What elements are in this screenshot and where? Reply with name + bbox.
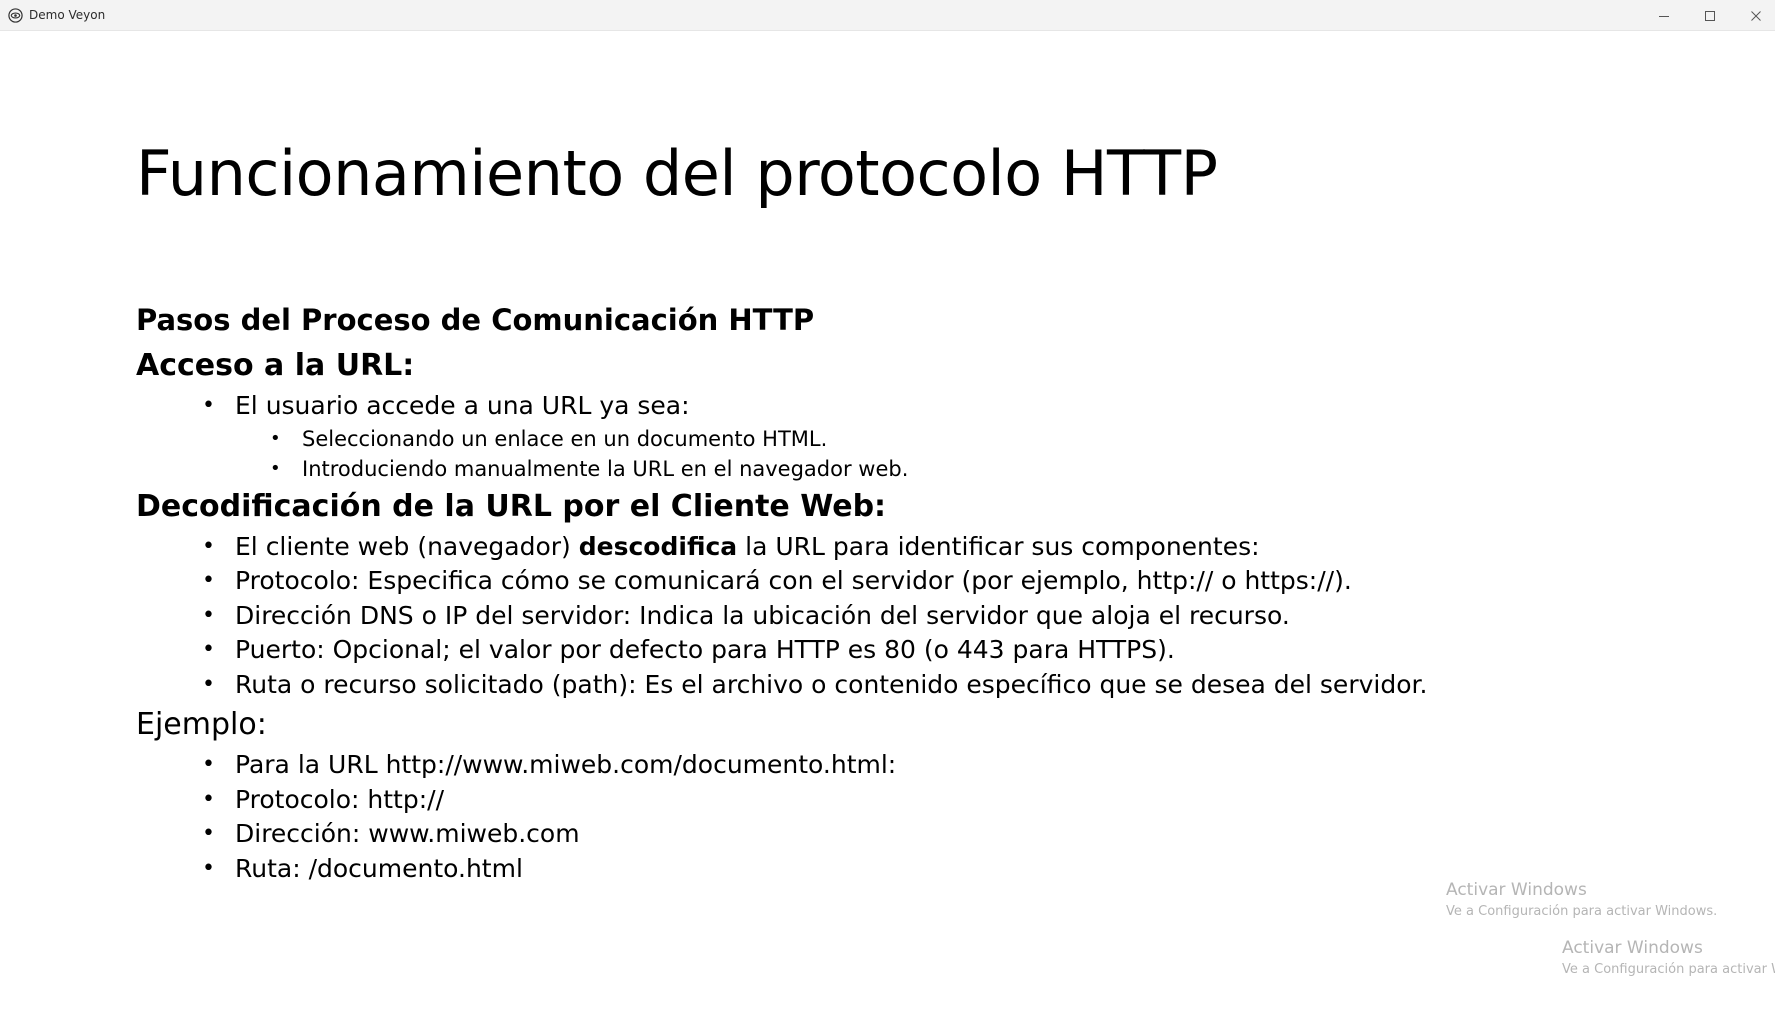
- minimize-button[interactable]: [1641, 0, 1687, 31]
- activation-watermark: Activar Windows Ve a Configuración para …: [1446, 880, 1717, 919]
- url-access-sublist: Seleccionando un enlace en un documento …: [136, 424, 1736, 484]
- item-text-start: El cliente web (navegador): [235, 531, 579, 561]
- maximize-icon: [1705, 10, 1715, 21]
- list-item: Seleccionando un enlace en un documento …: [136, 424, 1736, 454]
- watermark-title: Activar Windows: [1446, 880, 1587, 900]
- watermark-subtitle: Ve a Configuración para activar Windows.: [1446, 904, 1718, 919]
- maximize-button[interactable]: [1687, 0, 1733, 31]
- watermark-subtitle: Ve a Configuración para activar Windows.: [1562, 962, 1775, 977]
- close-button[interactable]: [1733, 0, 1775, 31]
- close-icon: [1751, 10, 1761, 21]
- example-list: Para la URL http://www.miweb.com/documen…: [136, 748, 1736, 886]
- slide-content: Pasos del Proceso de Comunicación HTTP A…: [136, 297, 1736, 886]
- veyon-eye-icon: [8, 8, 23, 23]
- list-item: Ruta o recurso solicitado (path): Es el …: [136, 668, 1736, 703]
- slide-title: Funcionamiento del protocolo HTTP: [136, 137, 1218, 210]
- list-item: Protocolo: http://: [136, 783, 1736, 818]
- section-heading-url-decoding: Decodificación de la URL por el Cliente …: [136, 488, 887, 524]
- item-text-end: la URL para identificar sus componentes:: [737, 531, 1260, 561]
- url-decoding-list: El cliente web (navegador) descodifica l…: [136, 530, 1736, 703]
- title-bar: Demo Veyon: [0, 0, 1775, 31]
- section-heading-url-access: Acceso a la URL:: [136, 348, 415, 383]
- minimize-icon: [1659, 15, 1669, 17]
- activation-watermark: Activar Windows Ve a Configuración para …: [1562, 938, 1775, 977]
- section-heading-example: Ejemplo:: [136, 707, 267, 742]
- window-title: Demo Veyon: [29, 8, 106, 22]
- list-item: Introduciendo manualmente la URL en el n…: [136, 454, 1736, 484]
- list-item: Protocolo: Especifica cómo se comunicará…: [136, 564, 1736, 599]
- url-access-list: El usuario accede a una URL ya sea:: [136, 389, 1736, 424]
- list-item: El cliente web (navegador) descodifica l…: [136, 530, 1736, 565]
- list-item: El usuario accede a una URL ya sea:: [136, 389, 1736, 424]
- slide-subtitle: Pasos del Proceso de Comunicación HTTP: [136, 303, 815, 337]
- list-item: Puerto: Opcional; el valor por defecto p…: [136, 633, 1736, 668]
- watermark-title: Activar Windows: [1562, 938, 1703, 958]
- item-text-bold: descodifica: [578, 531, 738, 561]
- list-item: Dirección DNS o IP del servidor: Indica …: [136, 599, 1736, 634]
- list-item: Dirección: www.miweb.com: [136, 817, 1736, 852]
- list-item: Para la URL http://www.miweb.com/documen…: [136, 748, 1736, 783]
